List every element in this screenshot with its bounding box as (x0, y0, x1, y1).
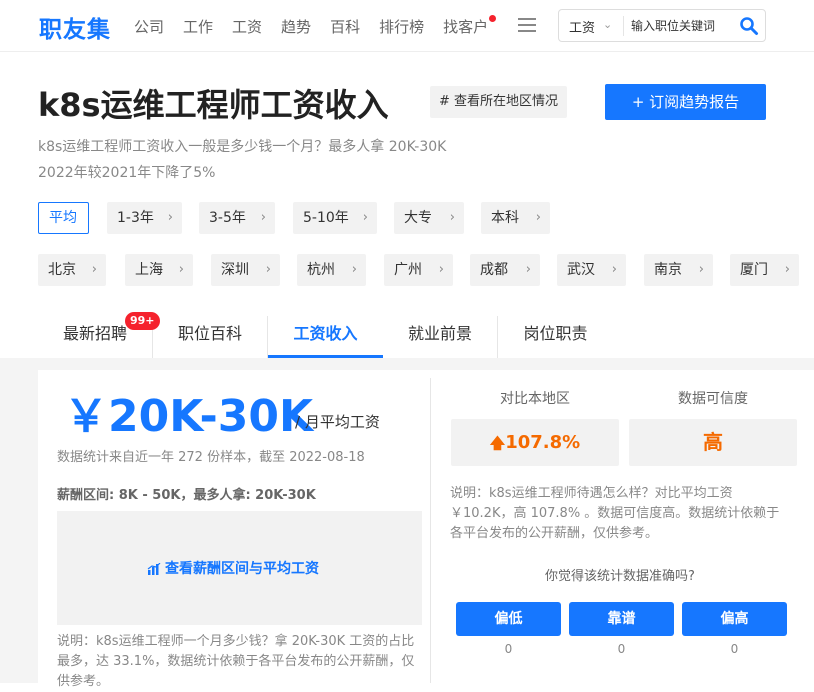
filter-edu-bachelor[interactable]: 本科 › (481, 202, 550, 234)
chevron-right-icon: › (167, 210, 173, 225)
filter-label: 大专 (404, 210, 432, 226)
city-label: 杭州 (307, 262, 335, 278)
city-wuhan[interactable]: 武汉 › (557, 254, 626, 286)
compare-note: 说明：k8s运维工程师待遇怎么样？对比平均工资 ￥10.2K，高 107.8% … (450, 486, 780, 541)
city-label: 武汉 (567, 262, 595, 278)
nav-salary[interactable]: 工资 (232, 16, 262, 37)
chevron-right-icon: › (265, 262, 271, 277)
chevron-down-icon: ⌄ (603, 18, 613, 31)
city-label: 深圳 (221, 262, 249, 278)
site-logo[interactable]: 职友集 (39, 10, 111, 44)
vote-too-low-count: 0 (504, 642, 513, 656)
vote-accurate-button[interactable]: 靠谱 (569, 602, 674, 636)
chevron-right-icon: › (449, 210, 455, 225)
column-divider (430, 378, 431, 683)
nav-jobs[interactable]: 工作 (183, 16, 213, 37)
salary-unit: / 月平均工资 (295, 413, 380, 431)
search-category-select[interactable]: 工资 (569, 17, 595, 36)
chevron-right-icon: › (91, 262, 97, 277)
nav-company[interactable]: 公司 (134, 16, 164, 37)
city-guangzhou[interactable]: 广州 › (384, 254, 453, 286)
chevron-right-icon: › (362, 210, 368, 225)
city-label: 上海 (135, 262, 163, 278)
filter-label: 5-10年 (303, 210, 349, 226)
chevron-right-icon: › (438, 262, 444, 277)
average-salary: ￥20K-30K (64, 391, 314, 442)
view-salary-range-link[interactable]: 查看薪酬区间与平均工资 (147, 558, 319, 578)
chevron-right-icon: › (351, 262, 357, 277)
tab-salary-income[interactable]: 工资收入 (268, 316, 383, 358)
chevron-right-icon: › (178, 262, 184, 277)
vote-accurate-count: 0 (617, 642, 626, 656)
city-xiamen[interactable]: 厦门 › (730, 254, 799, 286)
vote-too-low-button[interactable]: 偏低 (456, 602, 561, 636)
city-hangzhou[interactable]: 杭州 › (297, 254, 366, 286)
city-beijing[interactable]: 北京 › (38, 254, 106, 286)
chevron-right-icon: › (260, 210, 266, 225)
filter-label: 1-3年 (117, 210, 154, 226)
city-nanjing[interactable]: 南京 › (644, 254, 713, 286)
credibility-value: 高 (629, 419, 797, 466)
menu-icon[interactable] (518, 18, 536, 32)
filter-label: 本科 (491, 210, 519, 226)
search-icon[interactable] (739, 16, 759, 36)
filter-edu-college[interactable]: 大专 › (394, 202, 464, 234)
tab-employment-prospects[interactable]: 就业前景 (383, 316, 498, 358)
salary-note: 说明：k8s运维工程师一个月多少钱？拿 20K-30K 工资的占比最多，达 33… (57, 634, 415, 689)
region-button[interactable]: # 查看所在地区情况 (430, 86, 568, 118)
bar-chart-icon (147, 562, 161, 575)
top-navbar: 职友集 公司 工作 工资 趋势 百科 排行榜 找客户 工资 ⌄ (0, 0, 814, 52)
tab-job-duties[interactable]: 岗位职责 (498, 316, 613, 358)
nav-find-clients[interactable]: 找客户 (443, 15, 497, 37)
compare-percentage: 107.8% (505, 432, 581, 453)
chevron-right-icon: › (535, 210, 541, 225)
nav-rankings[interactable]: 排行榜 (379, 16, 424, 37)
nav-wiki[interactable]: 百科 (330, 16, 360, 37)
description-line-1: k8s运维工程师工资收入一般是多少钱一个月？最多人拿 20K-30K (38, 139, 447, 155)
chevron-right-icon: › (698, 262, 704, 277)
chevron-right-icon: › (525, 262, 531, 277)
search-input[interactable] (631, 16, 731, 36)
main-nav: 公司 工作 工资 趋势 百科 排行榜 找客户 (134, 15, 507, 37)
city-label: 北京 (48, 262, 76, 278)
chevron-right-icon: › (611, 262, 617, 277)
accuracy-question: 你觉得该统计数据准确吗? (545, 569, 695, 584)
vote-too-high-button[interactable]: 偏高 (682, 602, 787, 636)
city-label: 成都 (480, 262, 508, 278)
notification-dot (489, 15, 497, 22)
subscribe-button[interactable]: + 订阅趋势报告 (605, 84, 766, 120)
city-label: 南京 (654, 262, 682, 278)
search-divider (623, 16, 624, 36)
filter-average[interactable]: 平均 (38, 202, 89, 234)
city-chengdu[interactable]: 成都 › (470, 254, 540, 286)
chevron-right-icon: › (784, 262, 790, 277)
city-shenzhen[interactable]: 深圳 › (211, 254, 280, 286)
city-shanghai[interactable]: 上海 › (125, 254, 193, 286)
jobs-count-badge: 99+ (125, 312, 160, 330)
nav-find-clients-label: 找客户 (443, 18, 489, 36)
search-box: 工资 ⌄ (558, 9, 766, 42)
city-label: 厦门 (740, 262, 768, 278)
view-salary-range-label: 查看薪酬区间与平均工资 (165, 561, 319, 577)
salary-range: 薪酬区间: 8K - 50K，最多人拿: 20K-30K (57, 488, 316, 503)
arrow-up-icon: 🡅 (489, 434, 506, 452)
description-line-2: 2022年较2021年下降了5% (38, 165, 216, 181)
vote-too-high-count: 0 (730, 642, 739, 656)
city-label: 广州 (394, 262, 422, 278)
filter-exp-5-10[interactable]: 5-10年 › (293, 202, 377, 234)
compare-region-label: 对比本地区 (500, 391, 570, 407)
tab-job-wiki[interactable]: 职位百科 (153, 316, 268, 358)
sample-statistics: 数据统计来自近一年 272 份样本，截至 2022-08-18 (57, 450, 365, 465)
filter-exp-3-5[interactable]: 3-5年 › (199, 202, 275, 234)
filter-label: 3-5年 (209, 210, 246, 226)
credibility-label: 数据可信度 (678, 391, 748, 407)
compare-region-value: 🡅107.8% (451, 419, 619, 466)
filter-exp-1-3[interactable]: 1-3年 › (107, 202, 182, 234)
nav-trends[interactable]: 趋势 (281, 16, 311, 37)
page-title: k8s运维工程师工资收入 (38, 86, 389, 124)
